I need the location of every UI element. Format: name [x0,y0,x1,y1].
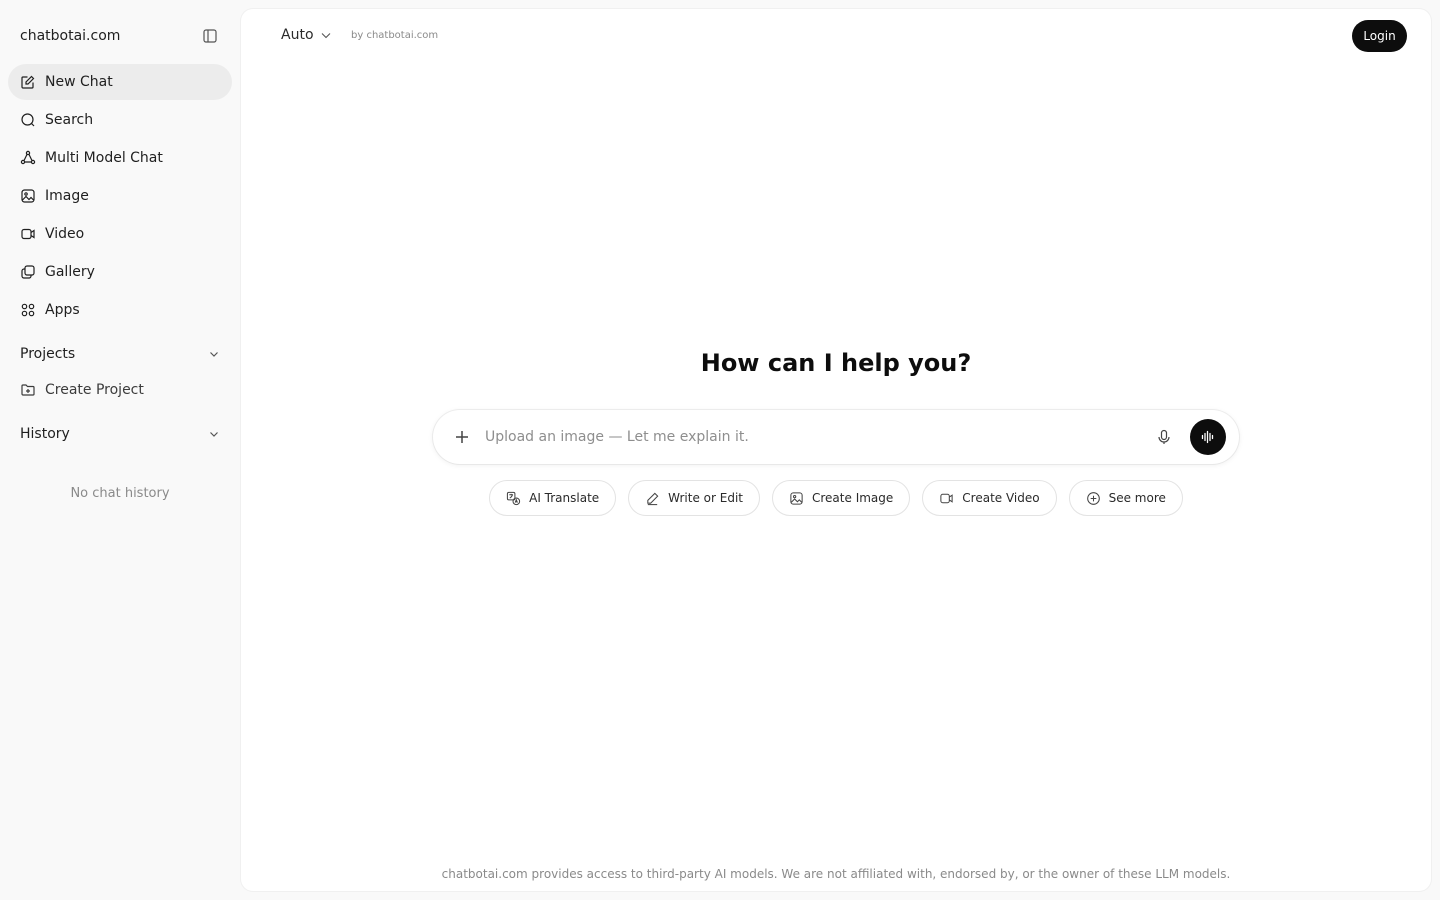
sidebar-item-gallery[interactable]: Gallery [8,254,232,290]
sidebar-item-video[interactable]: Video [8,216,232,252]
create-project-label: Create Project [45,382,144,398]
chip-label: See more [1108,491,1166,505]
history-section-header[interactable]: History [20,424,220,444]
video-icon [940,493,953,503]
gallery-icon [21,265,35,279]
composer [433,410,1239,464]
apps-grid-icon [21,303,35,317]
translate-icon [507,491,521,505]
chevron-down-icon [210,432,218,437]
pencil-icon [647,492,659,505]
sidebar-item-label: Search [45,112,94,128]
sidebar-item-search[interactable]: Search [8,102,232,138]
chip-label: Create Video [962,491,1040,505]
prompt-input[interactable] [485,424,1135,450]
sidebar-item-apps[interactable]: Apps [8,292,232,328]
sidebar: chatbotai.com New Chat Search Multi Mode… [0,0,240,900]
mic-button[interactable] [1154,427,1174,447]
no-history-message: No chat history [70,486,170,501]
microphone-icon [1158,429,1170,444]
folder-plus-icon [21,384,35,396]
projects-label: Projects [20,346,76,362]
sidebar-item-image[interactable]: Image [8,178,232,214]
brand-row: chatbotai.com [20,24,220,48]
sidebar-nav: New Chat Search Multi Model Chat Image V… [8,64,232,330]
sidebar-item-label: Video [45,226,85,242]
chip-see-more[interactable]: See more [1068,480,1183,516]
sidebar-item-label: Image [45,188,89,204]
sidebar-item-label: Gallery [45,264,95,280]
sidebar-item-label: Multi Model Chat [45,150,163,166]
create-project-button[interactable]: Create Project [8,372,232,408]
main-panel: Auto by chatbotai.com Login How can I he… [241,9,1431,891]
multi-model-icon [20,150,36,165]
chevron-down-icon [210,352,218,357]
chip-create-video[interactable]: Create Video [922,480,1057,516]
sidebar-item-multi-model-chat[interactable]: Multi Model Chat [8,140,232,176]
model-selector-value: Auto [281,27,314,43]
chip-create-image[interactable]: Create Image [772,480,911,516]
image-icon [790,491,803,505]
sidebar-item-label: Apps [45,302,80,318]
sidebar-toggle-icon [203,29,217,43]
edit-icon [21,75,35,89]
suggestion-chips: AI Translate Write or Edit Create Image … [241,480,1431,516]
voice-mode-button[interactable] [1190,419,1226,455]
sidebar-toggle-button[interactable] [200,26,220,46]
page-title: How can I help you? [700,349,972,377]
chip-ai-translate[interactable]: AI Translate [489,480,617,516]
history-label: History [20,426,70,442]
waveform-icon [1201,430,1214,444]
chip-write-or-edit[interactable]: Write or Edit [628,480,760,516]
login-button[interactable]: Login [1352,20,1407,52]
chip-label: Create Image [812,491,894,505]
provider-label: by chatbotai.com [351,30,439,41]
sidebar-item-label: New Chat [45,74,113,90]
chip-label: AI Translate [529,491,600,505]
chevron-down-icon [321,33,330,39]
search-icon [21,113,35,127]
video-icon [21,228,35,240]
sidebar-item-new-chat[interactable]: New Chat [8,64,232,100]
disclaimer-footer: chatbotai.com provides access to third-p… [441,867,1231,881]
projects-section-header[interactable]: Projects [20,344,220,364]
attach-button[interactable] [451,426,473,448]
chip-label: Write or Edit [668,491,743,505]
plus-icon [456,431,468,443]
image-icon [21,189,35,203]
plus-circle-icon [1086,491,1100,505]
brand-name[interactable]: chatbotai.com [20,28,120,44]
model-selector[interactable]: Auto [281,27,332,43]
